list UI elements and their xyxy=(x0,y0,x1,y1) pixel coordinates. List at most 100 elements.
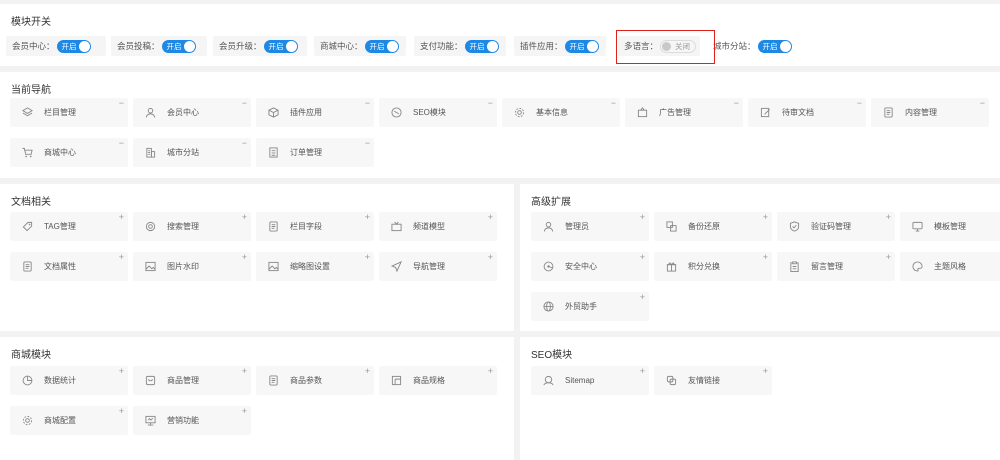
current-nav-card[interactable]: 栏目管理 − xyxy=(10,98,128,127)
remove-icon[interactable]: − xyxy=(857,98,862,109)
adv-card[interactable]: 备份还原 + xyxy=(654,212,772,241)
doc-icon xyxy=(882,106,895,119)
add-icon[interactable]: + xyxy=(640,252,645,263)
shop-card[interactable]: 商品参数 + xyxy=(256,366,374,395)
add-icon[interactable]: + xyxy=(365,212,370,223)
card-label: TAG管理 xyxy=(44,222,76,231)
switch-label: 插件应用： xyxy=(520,41,563,51)
add-icon[interactable]: + xyxy=(242,212,247,223)
switch-label: 会员升级： xyxy=(219,41,262,51)
add-icon[interactable]: + xyxy=(886,212,891,223)
add-icon[interactable]: + xyxy=(365,252,370,263)
add-icon[interactable]: + xyxy=(242,366,247,377)
add-icon[interactable]: + xyxy=(640,212,645,223)
card-label: 数据统计 xyxy=(44,376,76,385)
remove-icon[interactable]: − xyxy=(365,138,370,149)
remove-icon[interactable]: − xyxy=(119,138,124,149)
doc-card[interactable]: 栏目字段 + xyxy=(256,212,374,241)
adv-card[interactable]: 外贸助手 + xyxy=(531,292,649,321)
shield-icon xyxy=(788,220,801,233)
remove-icon[interactable]: − xyxy=(242,98,247,109)
toggle-switch[interactable]: 开启 xyxy=(56,39,91,53)
toggle-knob xyxy=(78,40,90,52)
shop-card[interactable]: 商品规格 + xyxy=(379,366,497,395)
remove-icon[interactable]: − xyxy=(488,98,493,109)
shop-card[interactable]: 营销功能 + xyxy=(133,406,251,435)
remove-icon[interactable]: − xyxy=(980,98,985,109)
adv-card[interactable]: 验证码管理 + xyxy=(777,212,895,241)
remove-icon[interactable]: − xyxy=(242,138,247,149)
add-icon[interactable]: + xyxy=(365,366,370,377)
card-label: 缩略图设置 xyxy=(290,262,330,271)
switch-2: 会员升级： 开启 xyxy=(213,36,307,56)
adv-card[interactable]: 积分兑换 + xyxy=(654,252,772,281)
remove-icon[interactable]: − xyxy=(119,98,124,109)
remove-icon[interactable]: − xyxy=(734,98,739,109)
seo-panel: SEO模块 xyxy=(520,337,1000,460)
add-icon[interactable]: + xyxy=(242,252,247,263)
current-nav-card[interactable]: 商城中心 − xyxy=(10,138,128,167)
add-icon[interactable]: + xyxy=(119,252,124,263)
toggle-switch[interactable]: 开启 xyxy=(161,39,196,53)
add-icon[interactable]: + xyxy=(640,366,645,377)
card-label: 留言管理 xyxy=(811,262,843,271)
remove-icon[interactable]: − xyxy=(611,98,616,109)
toggle-switch[interactable]: 开启 xyxy=(564,39,599,53)
current-nav-card[interactable]: SEO模块 − xyxy=(379,98,497,127)
toggle-switch[interactable]: 开启 xyxy=(757,39,792,53)
shop-panel: 商城模块 xyxy=(0,337,514,460)
current-nav-card[interactable]: 会员中心 − xyxy=(133,98,251,127)
doc-card[interactable]: 导航管理 + xyxy=(379,252,497,281)
current-nav-card[interactable]: 广告管理 − xyxy=(625,98,743,127)
add-icon[interactable]: + xyxy=(763,252,768,263)
add-icon[interactable]: + xyxy=(488,212,493,223)
seo-card[interactable]: 友情链接 + xyxy=(654,366,772,395)
add-icon[interactable]: + xyxy=(763,212,768,223)
current-nav-card[interactable]: 基本信息 − xyxy=(502,98,620,127)
shop-card[interactable]: 商品管理 + xyxy=(133,366,251,395)
doc-card[interactable]: 搜索管理 + xyxy=(133,212,251,241)
current-nav-card[interactable]: 城市分站 − xyxy=(133,138,251,167)
add-icon[interactable]: + xyxy=(119,406,124,417)
adv-card[interactable]: 主题风格+ xyxy=(900,252,1000,281)
toggle-switch[interactable]: 开启 xyxy=(464,39,499,53)
add-icon[interactable]: + xyxy=(242,406,247,417)
seo-card[interactable]: Sitemap + xyxy=(531,366,649,395)
user-icon xyxy=(144,106,157,119)
shop-card[interactable]: 数据统计 + xyxy=(10,366,128,395)
doc-card[interactable]: 文档属性 + xyxy=(10,252,128,281)
current-nav-card[interactable]: 内容管理 − xyxy=(871,98,989,127)
card-label: 广告管理 xyxy=(659,108,691,117)
adv-card[interactable]: 安全中心 + xyxy=(531,252,649,281)
current-nav-card[interactable]: 订单管理 − xyxy=(256,138,374,167)
add-icon[interactable]: + xyxy=(488,366,493,377)
card-label: 安全中心 xyxy=(565,262,597,271)
add-icon[interactable]: + xyxy=(119,212,124,223)
doc-related-title: 文档相关 xyxy=(11,197,51,208)
add-icon[interactable]: + xyxy=(488,252,493,263)
remove-icon[interactable]: − xyxy=(365,98,370,109)
toggle-switch[interactable]: 开启 xyxy=(364,39,399,53)
adv-card[interactable]: 管理员 + xyxy=(531,212,649,241)
current-nav-card[interactable]: 待审文档 − xyxy=(748,98,866,127)
doc-card[interactable]: 图片水印 + xyxy=(133,252,251,281)
card-label: 基本信息 xyxy=(536,108,568,117)
toggle-switch[interactable]: 开启 xyxy=(263,39,298,53)
add-icon[interactable]: + xyxy=(886,252,891,263)
safe-icon xyxy=(542,260,555,273)
doc-card[interactable]: 缩略图设置 + xyxy=(256,252,374,281)
add-icon[interactable]: + xyxy=(119,366,124,377)
shop-card[interactable]: 商城配置 + xyxy=(10,406,128,435)
add-icon[interactable]: + xyxy=(640,292,645,303)
adv-card[interactable]: 模板管理+ xyxy=(900,212,1000,241)
doc-card[interactable]: 频道模型 + xyxy=(379,212,497,241)
current-nav-card[interactable]: 插件应用 − xyxy=(256,98,374,127)
card-label: 验证码管理 xyxy=(811,222,851,231)
toggle-knob xyxy=(486,40,498,52)
doc-card[interactable]: TAG管理 + xyxy=(10,212,128,241)
card-label: 城市分站 xyxy=(167,148,199,157)
add-icon[interactable]: + xyxy=(763,366,768,377)
card-label: 图片水印 xyxy=(167,262,199,271)
adv-card[interactable]: 留言管理 + xyxy=(777,252,895,281)
card-label: 积分兑换 xyxy=(688,262,720,271)
